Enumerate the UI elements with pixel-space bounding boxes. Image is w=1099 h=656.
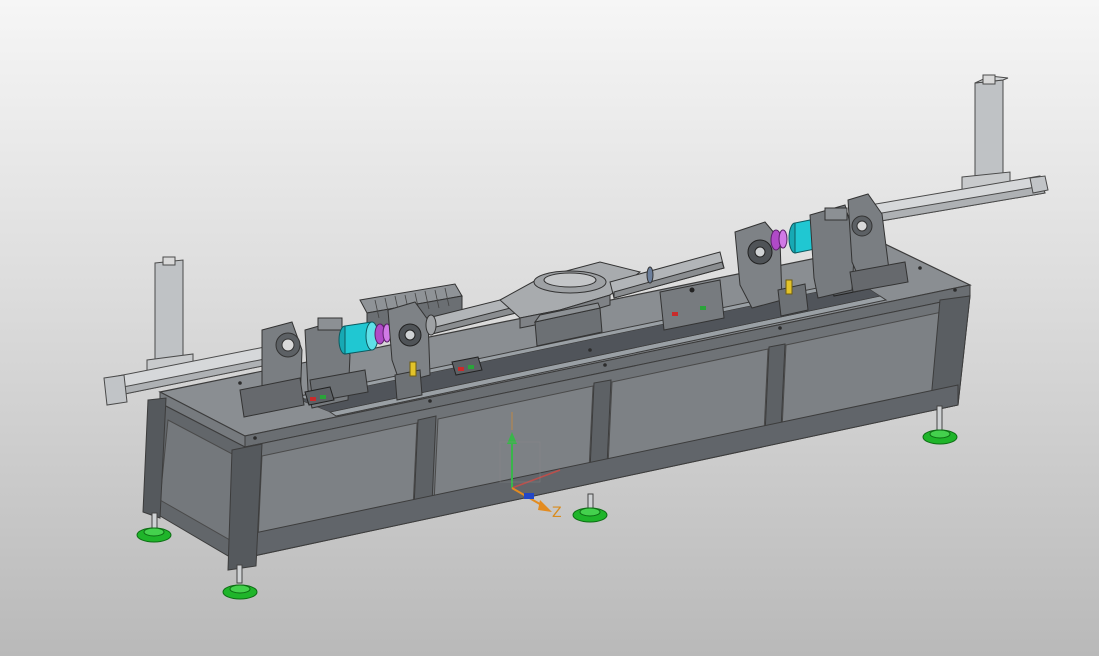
right-extension-beam: [869, 175, 1049, 223]
left-gantry-post: [146, 256, 194, 380]
left-cyan-flange: [338, 321, 379, 355]
z-axis-label: Z: [552, 505, 562, 521]
left-magenta-coupling: [374, 323, 392, 345]
3d-model-view[interactable]: [0, 0, 1099, 656]
left-end-support-bracket: [239, 321, 305, 418]
right-magenta-coupling: [770, 229, 788, 251]
right-spindle-housing: [809, 204, 856, 299]
right-gantry-post: [961, 74, 1011, 197]
cad-viewport[interactable]: Z: [0, 0, 1099, 656]
leveling-foot-front-middle: [572, 493, 608, 523]
